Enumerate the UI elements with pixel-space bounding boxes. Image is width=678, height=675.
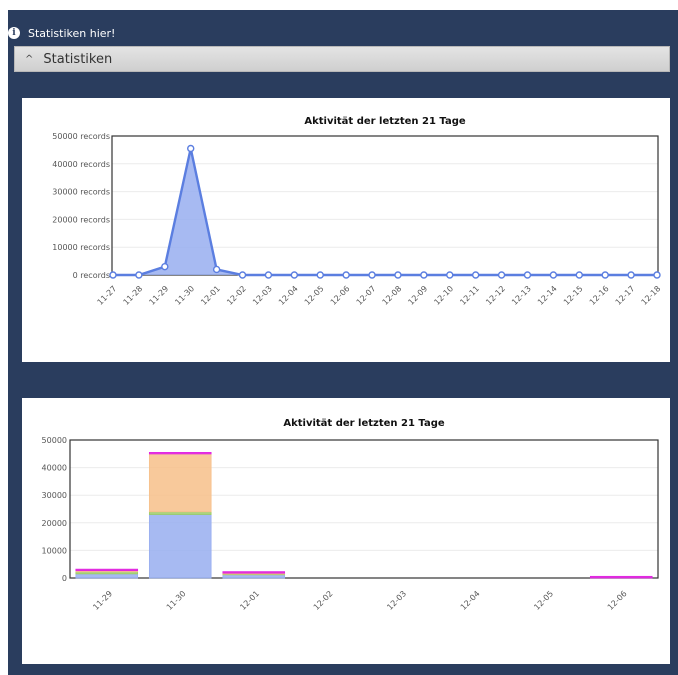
info-text: Statistiken hier! [28,26,116,40]
data-point [497,271,506,279]
data-point [420,271,428,279]
x-tick-label: 12-10 [432,284,455,307]
x-tick-label: 12-04 [277,284,300,307]
x-tick-label: 12-01 [199,284,222,307]
x-tick-label: 12-05 [303,284,326,307]
x-tick-label: 12-06 [606,589,629,612]
x-tick-label: 12-01 [238,589,261,612]
data-point [212,265,221,274]
data-point [264,271,273,279]
data-point [238,271,247,279]
x-tick-label: 12-02 [312,589,335,612]
x-tick-label: 12-13 [510,284,533,307]
y-tick-label: 40000 records [52,160,110,169]
x-tick-label: 12-05 [532,589,555,612]
info-bar: i Statistiken hier! [8,22,115,44]
x-tick-label: 11-27 [96,284,119,307]
data-point [109,271,117,279]
statistics-section-header[interactable]: ^ Statistiken [14,46,670,72]
bar-segment [148,452,212,455]
data-point [627,271,635,279]
x-tick-label: 11-30 [165,589,188,612]
data-point [471,271,480,279]
x-tick-label: 11-30 [173,284,196,307]
y-tick-label: 20000 records [52,215,110,224]
y-tick-label: 10000 [42,546,67,555]
data-point [342,271,350,279]
bar-segment [148,453,212,513]
y-tick-label: 30000 records [52,188,110,197]
bar-segment [589,575,653,579]
x-tick-label: 12-03 [251,284,274,307]
bar-segment [75,568,139,572]
y-tick-label: 40000 [42,464,67,473]
data-point [394,271,402,279]
data-point [549,271,558,279]
x-tick-label: 11-28 [122,284,145,307]
x-tick-label: 12-08 [381,284,404,307]
data-point [161,262,169,271]
chart-title: Aktivität der letzten 21 Tage [304,116,465,127]
chevron-up-icon[interactable]: ^ [25,54,33,65]
x-tick-label: 12-06 [329,284,352,307]
bar-segment [75,573,139,579]
x-tick-label: 11-29 [147,284,170,307]
y-tick-label: 30000 [42,491,67,500]
x-tick-label: 12-17 [614,284,637,307]
bar-chart: Aktivität der letzten 21 Tage 0 10000 20000… [42,418,659,612]
x-tick-label: 12-18 [640,284,663,307]
data-point [135,271,143,279]
x-tick-label: 12-03 [385,589,408,612]
y-tick-label: 0 [62,574,67,583]
data-point [446,271,454,279]
y-tick-label: 10000 records [52,243,110,252]
x-tick-label: 12-12 [484,284,507,307]
data-point [523,271,532,279]
x-tick-label: 12-16 [588,284,611,307]
x-tick-label: 11-29 [91,589,114,612]
y-tick-label: 0 records [73,271,110,280]
x-tick-label: 12-15 [562,284,585,307]
line-chart: Aktivität der letzten 21 Tage 0 records 10… [52,116,663,307]
line-chart-panel: Aktivität der letzten 21 Tage 0 records 10… [22,98,670,362]
x-tick-label: 12-07 [355,284,378,307]
data-point [653,271,661,279]
data-point [368,271,376,279]
data-point [575,271,583,279]
x-tick-label: 12-14 [536,284,559,307]
y-tick-label: 20000 [42,519,67,528]
data-point [290,271,299,279]
bar-segment [222,571,286,574]
y-tick-label: 50000 [42,436,67,445]
x-tick-label: 12-11 [458,284,481,307]
x-tick-label: 12-04 [459,589,482,612]
y-tick-label: 50000 records [52,132,110,141]
data-point [187,144,195,153]
x-tick-label: 12-02 [225,284,248,307]
bar-segment [148,511,212,515]
bar-chart-panel: Aktivität der letzten 21 Tage 0 10000 20000… [22,398,670,664]
x-tick-label: 12-09 [406,284,429,307]
data-point [316,271,324,279]
data-point [601,271,609,279]
chart-title: Aktivität der letzten 21 Tage [283,418,444,429]
section-title: Statistiken [43,51,113,67]
info-icon: i [8,27,20,39]
bar-segment [148,514,212,579]
